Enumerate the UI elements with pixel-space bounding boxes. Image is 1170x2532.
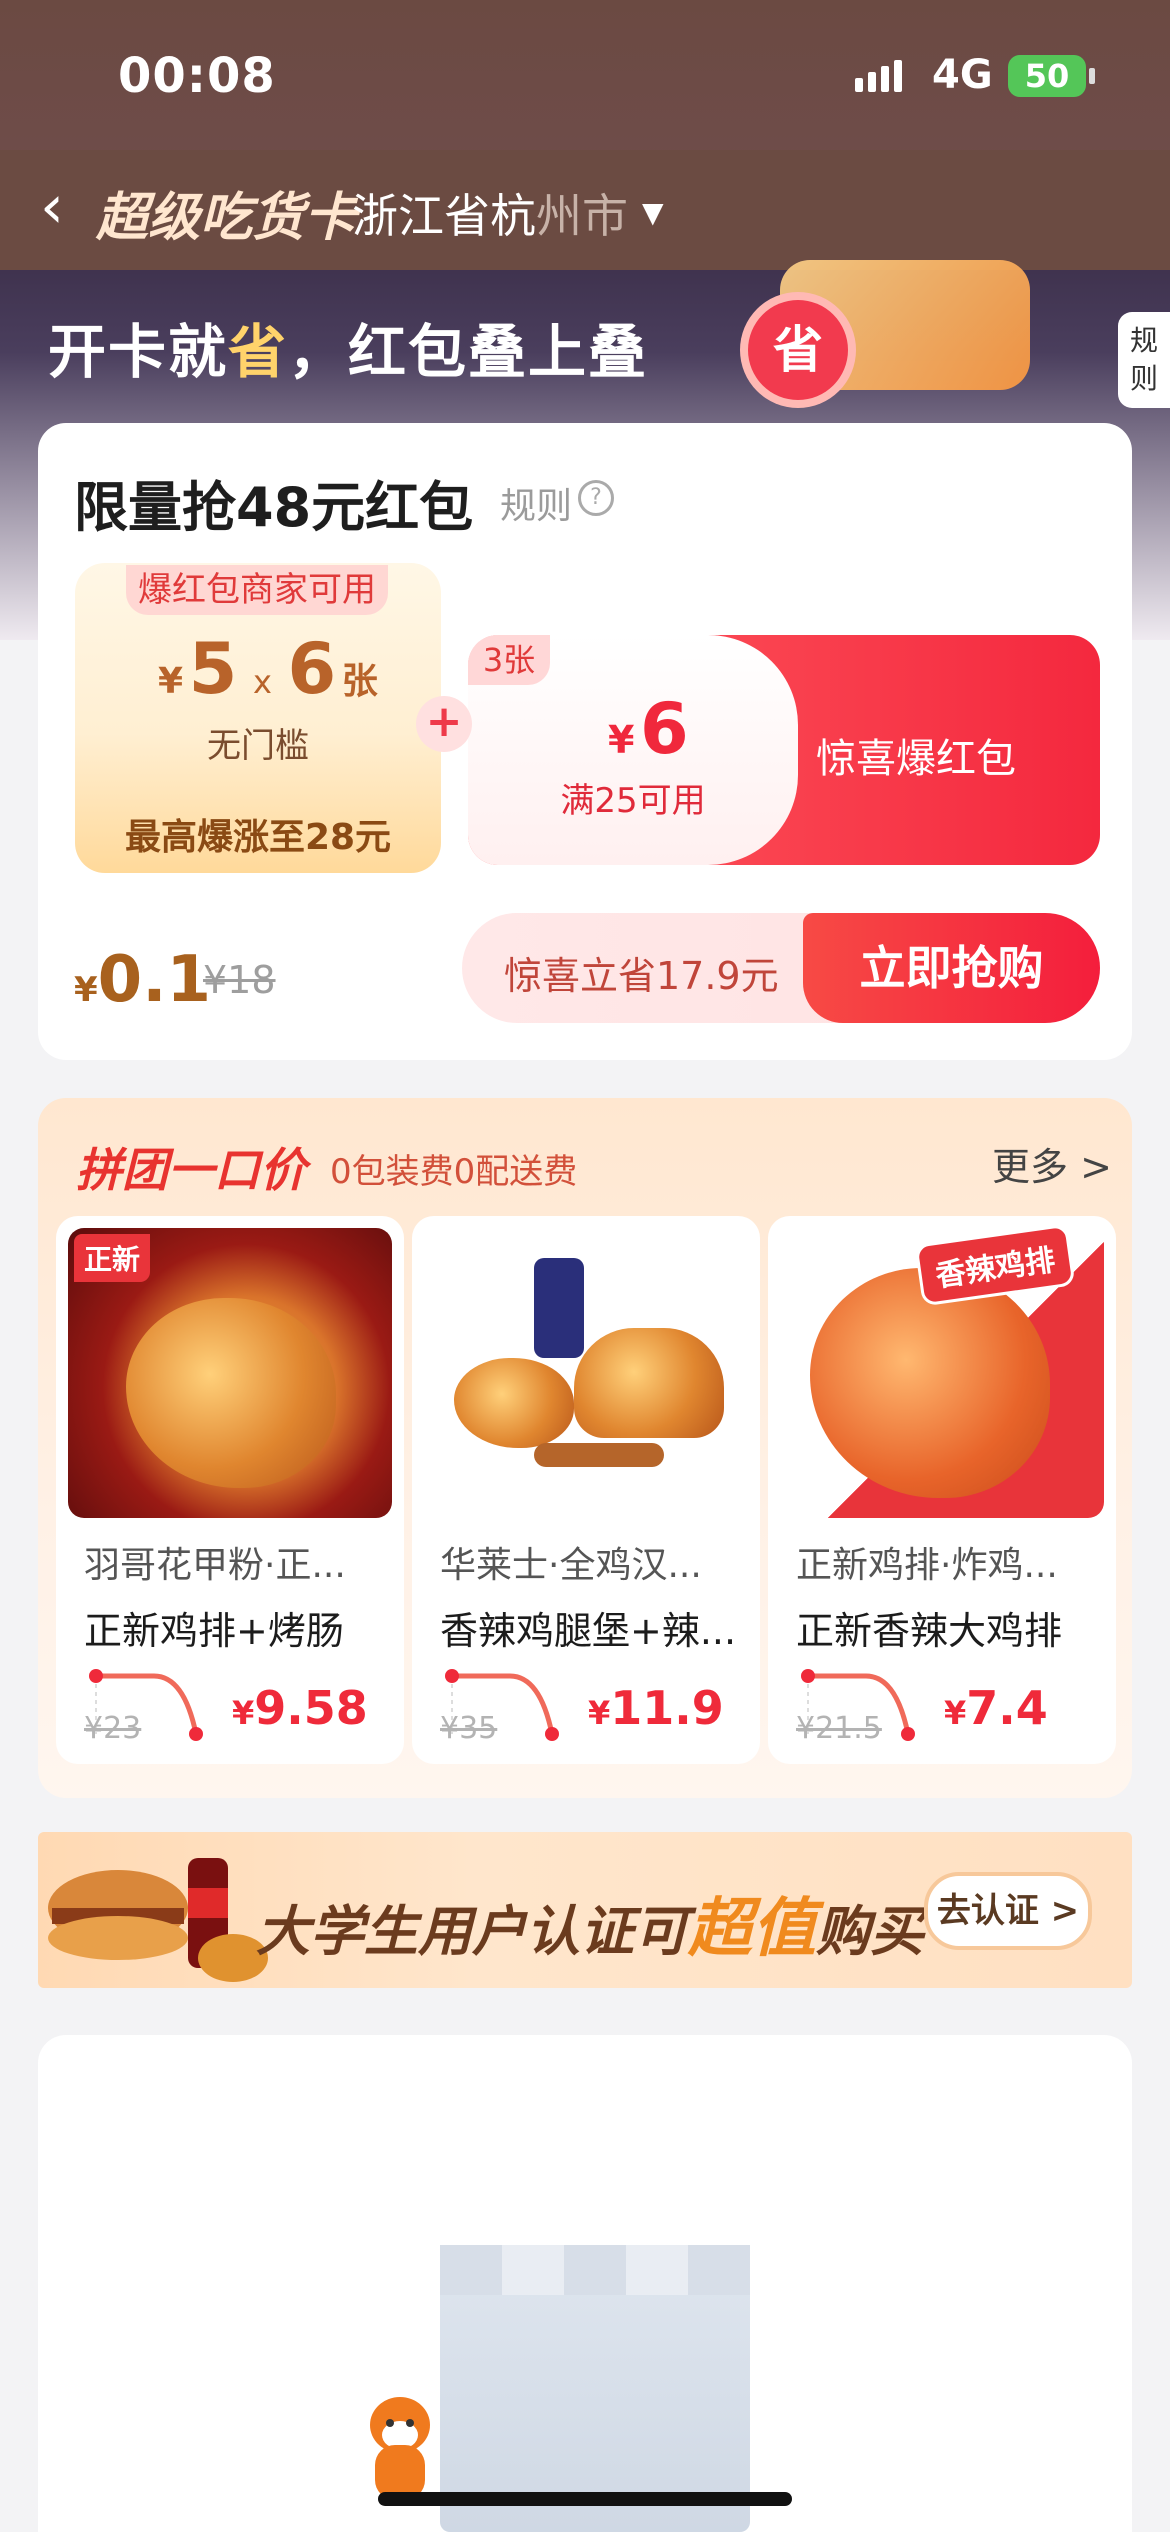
shop-awning-icon	[440, 2245, 750, 2295]
group-buy-section: 拼团一口价 0包装费0配送费 更多 > 正新 羽哥花甲粉·正... 正新鸡排+烤…	[38, 1098, 1132, 1798]
student-text-b: 购买	[816, 1900, 924, 1963]
product-price: ¥9.58	[232, 1681, 368, 1735]
coupon-right-count: 3张	[468, 635, 550, 685]
location-dim: 州市	[536, 189, 628, 243]
battery-tip	[1089, 68, 1095, 84]
food-banner-icon	[48, 1858, 268, 1982]
plus-icon: +	[416, 696, 472, 752]
location-main: 浙江省杭	[352, 189, 536, 243]
signal-icon	[855, 60, 907, 92]
product-price-value: 11.9	[610, 1681, 724, 1735]
home-indicator	[378, 2492, 792, 2506]
mascot-dog-icon	[370, 2397, 430, 2500]
question-icon[interactable]: ?	[578, 480, 614, 516]
status-time: 00:08	[118, 48, 276, 104]
currency-symbol: ¥	[158, 661, 184, 702]
rules-link[interactable]: 规则	[500, 477, 572, 529]
product-original-price: ¥23	[84, 1711, 142, 1746]
product-name: 正新鸡排+烤肠	[84, 1609, 344, 1653]
coupon-tag: 爆红包商家可用	[126, 565, 388, 615]
group-buy-title: 拼团一口价	[76, 1143, 306, 1197]
battery-icon: 50	[1008, 55, 1086, 97]
currency-symbol: ¥	[588, 1694, 611, 1732]
food-illustration	[126, 1298, 336, 1488]
promo-title: 限量抢48元红包	[74, 476, 474, 539]
promo-card: 限量抢48元红包 规则 ? 爆红包商家可用 ¥ 5 x 6 张 无门槛 最高爆涨…	[38, 423, 1132, 1060]
multiplier: x	[252, 663, 272, 701]
product-card[interactable]: 香辣鸡排 正新鸡排·炸鸡... 正新香辣大鸡排 ¥21.5 ¥7.4	[768, 1216, 1116, 1764]
page-title: 超级吃货卡	[96, 188, 357, 248]
currency-symbol: ¥	[232, 1694, 255, 1732]
product-price: ¥7.4	[944, 1681, 1048, 1735]
back-arrow-icon[interactable]: ‹	[40, 172, 64, 242]
product-name: 香辣鸡腿堡+辣...	[440, 1609, 737, 1653]
coupon-right-amount: 6	[640, 688, 689, 770]
student-text-a: 大学生用户认证可	[256, 1900, 688, 1963]
product-original-price: ¥35	[440, 1711, 498, 1746]
coupon-max: 最高爆涨至28元	[124, 817, 392, 858]
save-amount: 惊喜立省17.9元	[504, 954, 779, 998]
burger-illustration	[574, 1328, 724, 1438]
skewer-illustration	[534, 1443, 664, 1467]
verify-button[interactable]: 去认证 >	[924, 1872, 1092, 1950]
product-tag: 正新	[74, 1234, 151, 1282]
coupon-condition: 无门槛	[207, 726, 309, 766]
status-bar: 00:08 4G 50	[0, 0, 1170, 150]
network-label: 4G	[932, 52, 993, 98]
chicken-illustration	[454, 1358, 574, 1448]
slogan-part-b: ，红包叠上叠	[288, 318, 649, 386]
currency-symbol: ¥	[944, 1694, 967, 1732]
product-shop: 华莱士·全鸡汉...	[440, 1545, 702, 1586]
rules-side-button[interactable]: 规则	[1118, 312, 1170, 408]
coupon-right-price: ¥ 6	[608, 688, 689, 770]
product-price: ¥11.9	[588, 1681, 724, 1735]
more-link[interactable]: 更多 >	[992, 1136, 1112, 1191]
currency-symbol: ¥	[608, 718, 635, 762]
coupon-count: 6	[287, 628, 337, 710]
product-shop: 正新鸡排·炸鸡...	[796, 1545, 1058, 1586]
coupon-right-label: 惊喜爆红包	[816, 736, 1016, 782]
product-name: 正新香辣大鸡排	[796, 1609, 1063, 1653]
hero-slogan: 开卡就省，红包叠上叠	[48, 305, 648, 389]
product-original-price: ¥21.5	[796, 1711, 882, 1746]
location-selector[interactable]: 浙江省杭州市	[352, 180, 628, 246]
coupon-unit: 张	[341, 661, 378, 702]
card-price: ¥0.1	[74, 943, 211, 1017]
product-card[interactable]: 华莱士·全鸡汉... 香辣鸡腿堡+辣... ¥35 ¥11.9	[412, 1216, 760, 1764]
product-price-value: 7.4	[966, 1681, 1048, 1735]
buy-now-button[interactable]: 立即抢购	[803, 913, 1100, 1023]
product-price-value: 9.58	[254, 1681, 368, 1735]
product-shop: 羽哥花甲粉·正...	[84, 1545, 346, 1586]
coupon-right-condition: 满25可用	[560, 781, 706, 821]
group-buy-subtitle: 0包装费0配送费	[330, 1152, 578, 1192]
original-price: ¥18	[203, 958, 276, 1002]
save-badge: 省	[748, 300, 848, 400]
product-image	[424, 1228, 748, 1518]
slogan-highlight: 省	[228, 318, 289, 386]
drink-illustration	[534, 1258, 584, 1358]
product-card[interactable]: 正新 羽哥花甲粉·正... 正新鸡排+烤肠 ¥23 ¥9.58	[56, 1216, 404, 1764]
student-text-highlight: 超值	[688, 1892, 816, 1966]
coupon-left-price: ¥ 5 x 6 张	[158, 628, 378, 710]
coupon-amount: 5	[188, 628, 238, 710]
student-banner[interactable]: 大学生用户认证可超值购买 去认证 >	[38, 1832, 1132, 1988]
currency-symbol: ¥	[74, 970, 98, 1010]
price-value: 0.1	[97, 943, 212, 1017]
student-banner-text: 大学生用户认证可超值购买	[256, 1877, 924, 1969]
caret-down-icon[interactable]: ▼	[642, 196, 664, 229]
slogan-part-a: 开卡就	[48, 318, 229, 386]
